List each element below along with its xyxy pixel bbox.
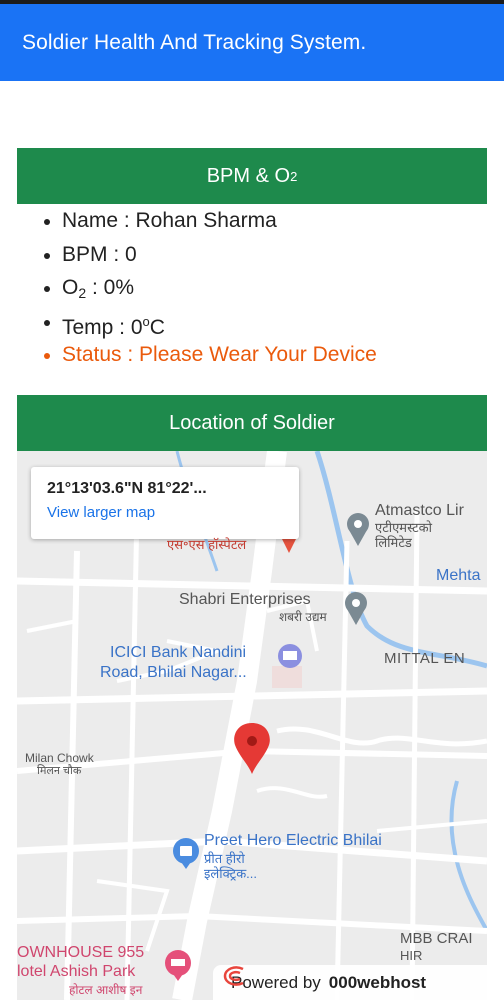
list-item-temp: Temp : 0oC [40,308,490,342]
atmastco-label-hindi: एटीएमस्टको [375,520,433,535]
o2-sub: 2 [78,285,87,302]
shabri-label: Shabri Enterprises [179,591,311,608]
list-item-bpm: BPM : 0 [40,241,490,275]
vitals-card-header: BPM & O2 [17,148,487,204]
townhouse-label: OWNHOUSE 955 [17,944,145,961]
location-header-title: Location of Soldier [169,411,335,434]
list-item-status: Status : Please Wear Your Device [40,341,490,375]
hospital-label: एस॰एस हॉस्पेटल [167,537,247,552]
hotel-ashish-label-hindi: होटल आशीष इन [69,983,143,997]
shopping-bag-icon [173,838,199,869]
preet-hero-label-hindi: प्रीत हीरो [204,851,245,866]
place-pin-icon [347,513,369,546]
preet-hero-label-hindi-2: इलेक्ट्रिक... [204,866,258,881]
shabri-label-hindi: शबरी उद्यम [279,610,327,624]
webhost-logo-icon [223,966,244,986]
o2-value: : 0% [86,276,134,300]
mbb-label: MBB CRAI [400,930,473,947]
list-item-o2: O2 : 0% [40,274,490,308]
vitals-header-title: BPM & O [206,164,291,187]
temp-degree: o [142,313,150,329]
hospital-pin-icon [281,537,297,553]
bank-icon [278,644,302,668]
map-info-box: 21°13'03.6"N 81°22'... View larger map [31,467,299,539]
mehta-label: Mehta [436,567,481,584]
o2-label: O [62,276,79,300]
map-embed[interactable]: 21°13'03.6"N 81°22'... View larger map ए… [17,451,487,1000]
list-item-name: Name : Rohan Sharma [40,207,490,241]
app-bar: Soldier Health And Tracking System. [0,4,504,81]
location-card-header: Location of Soldier [17,395,487,451]
hotel-ashish-label: lotel Ashish Park [17,963,136,980]
icici-label-1: ICICI Bank Nandini [110,644,247,661]
powered-by-badge[interactable]: Powered by 000webhost [213,965,487,1000]
temp-label: Temp : 0 [62,315,143,339]
mittal-label: MITTAL EN [384,650,466,667]
atmastco-label: Atmastco Lir [375,502,464,519]
milan-chowk-label: Milan Chowk [25,751,94,765]
hir-label: HIR [400,948,423,963]
milan-chowk-label-hindi: मिलन चौक [37,765,82,777]
map-coordinates: 21°13'03.6"N 81°22'... [47,480,207,497]
vitals-list: Name : Rohan Sharma BPM : 0 O2 : 0% Temp… [40,207,490,375]
atmastco-label-hindi-2: लिमिटेड [375,535,412,550]
temp-unit: C [149,315,165,339]
view-larger-map-link[interactable]: View larger map [47,504,283,521]
webhost-name: 000webhost [328,972,427,992]
app-title: Soldier Health And Tracking System. [22,30,367,54]
vitals-header-sub: 2 [290,168,298,184]
icici-label-2: Road, Bhilai Nagar... [100,664,247,681]
preet-hero-label: Preet Hero Electric Bhilai [204,832,382,849]
